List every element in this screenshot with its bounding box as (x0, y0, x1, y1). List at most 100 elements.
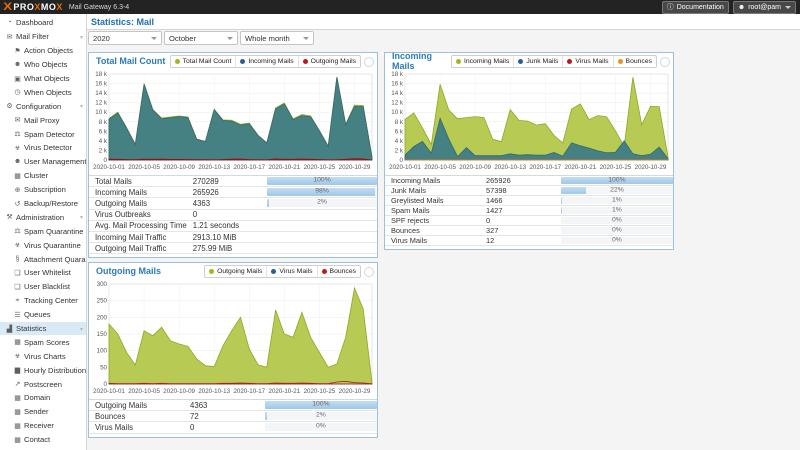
svg-text:2020-10-01: 2020-10-01 (93, 164, 125, 171)
sidebar-item-cluster[interactable]: ▦Cluster (0, 169, 86, 183)
stat-bar-percent: 0% (561, 237, 673, 244)
sidebar-item-action-objects[interactable]: ⚑Action Objects (0, 44, 86, 58)
svg-text:2 k: 2 k (99, 147, 108, 154)
sidebar-item-label: Hourly Distribution (24, 366, 86, 375)
sidebar-item-mail-proxy[interactable]: ✉Mail Proxy (0, 113, 86, 127)
total-mail-count-chart: 02 k4 k6 k8 k10 k12 k14 k16 k18 k2020-10… (89, 69, 377, 173)
panel-header: Total Mail Count Total Mail CountIncomin… (89, 53, 377, 69)
sidebar-item-user-blacklist[interactable]: ❑User Blacklist (0, 280, 86, 294)
sidebar-item-label: Receiver (24, 421, 54, 430)
sidebar-item-contact[interactable]: ▦Contact (0, 433, 86, 447)
sidebar-item-queues[interactable]: ☰Queues (0, 308, 86, 322)
sidebar-item-label: Statistics (16, 324, 46, 333)
stat-bar-cell: 2% (259, 411, 377, 422)
sidebar-item-user-whitelist[interactable]: ❏User Whitelist (0, 266, 86, 280)
stat-bar: 1% (561, 207, 673, 214)
sidebar-item-label: Mail Proxy (24, 116, 59, 125)
sidebar-item-backup-restore[interactable]: ↺Backup/Restore (0, 197, 86, 211)
who-objects-icon: ☻ (13, 61, 22, 68)
sidebar-item-mail-filter[interactable]: ✉Mail Filter▾ (0, 30, 86, 44)
legend-label: Virus Mails (575, 58, 608, 65)
stat-bar-cell (261, 220, 377, 231)
sidebar-item-attachment-quarantine[interactable]: §Attachment Quarantine (0, 252, 86, 266)
sidebar-item-domain[interactable]: ▦Domain (0, 391, 86, 405)
legend-item-junk-mails: Junk Mails (513, 56, 562, 67)
hourly-distribution-icon: ▆ (13, 366, 22, 374)
sidebar-item-what-objects[interactable]: ▣What Objects (0, 72, 86, 86)
svg-text:18 k: 18 k (95, 71, 108, 78)
sidebar-item-statistics[interactable]: ▟Statistics▾ (0, 322, 86, 336)
legend-label: Junk Mails (526, 58, 558, 65)
stat-bar-cell (261, 209, 377, 220)
stat-row: Spam Mails14271% (385, 206, 673, 216)
svg-text:6 k: 6 k (395, 128, 404, 135)
user-menu-button[interactable]: ☻ root@pam (733, 1, 796, 14)
sidebar-item-user-management[interactable]: ☻User Management (0, 155, 86, 169)
sidebar-item-tracking-center[interactable]: ⌖Tracking Center (0, 294, 86, 308)
sidebar-item-spam-detector[interactable]: ⚖Spam Detector (0, 127, 86, 141)
svg-text:150: 150 (97, 331, 108, 338)
stat-value: 0 (184, 422, 259, 433)
svg-text:18 k: 18 k (391, 71, 404, 78)
chart-legend: Incoming MailsJunk MailsVirus MailsBounc… (451, 55, 657, 68)
stat-row: SPF rejects00% (385, 216, 673, 226)
stat-value: 2913.10 MiB (187, 231, 261, 242)
svg-text:12 k: 12 k (391, 100, 404, 107)
chevron-down-icon (303, 37, 309, 40)
svg-text:8 k: 8 k (99, 119, 108, 126)
documentation-button[interactable]: ⓘ Documentation (662, 1, 729, 14)
sidebar-item-label: Configuration (16, 102, 61, 111)
proxmox-logo-icon: X (3, 2, 12, 13)
incoming-mails-chart-area: 02 k4 k6 k8 k10 k12 k14 k16 k18 k2020-10… (385, 69, 673, 173)
stat-label: Outgoing Mails (89, 198, 187, 209)
sidebar-item-who-objects[interactable]: ☻Who Objects (0, 58, 86, 72)
backup-restore-icon: ↺ (13, 200, 22, 208)
stat-value: 0 (480, 216, 555, 226)
collapse-chevron-icon[interactable]: ▾ (80, 34, 83, 41)
sidebar-item-postscreen[interactable]: ↗Postscreen (0, 377, 86, 391)
stat-row: Outgoing Mails43632% (89, 198, 377, 209)
sidebar-item-receiver[interactable]: ▦Receiver (0, 419, 86, 433)
stat-bar-cell: 1% (555, 206, 673, 216)
stat-bar-percent: 0% (561, 217, 673, 224)
sidebar-item-virus-charts[interactable]: ☣Virus Charts (0, 349, 86, 363)
sidebar-item-spam-quarantine[interactable]: ⚖Spam Quarantine (0, 224, 86, 238)
sidebar-item-subscription[interactable]: ⊕Subscription (0, 183, 86, 197)
svg-text:16 k: 16 k (391, 81, 404, 88)
legend-item-outgoing-mails: Outgoing Mails (205, 266, 266, 277)
administration-icon: ⚒ (5, 213, 14, 221)
collapse-chevron-icon[interactable]: ▾ (80, 326, 83, 333)
svg-text:2020-10-29: 2020-10-29 (635, 164, 667, 171)
panel-title: Total Mail Count (96, 56, 170, 66)
chart-legend: Outgoing MailsVirus MailsBounces (204, 265, 361, 278)
collapse-chevron-icon[interactable]: ▾ (80, 214, 83, 221)
sidebar-item-administration[interactable]: ⚒Administration▾ (0, 210, 86, 224)
svg-text:0: 0 (104, 157, 108, 164)
stat-value: 1427 (480, 206, 555, 216)
sidebar-nav: ◔Dashboard✉Mail Filter▾⚑Action Objects☻W… (0, 14, 87, 450)
stat-bar-percent: 2% (265, 413, 377, 420)
sidebar-item-dashboard[interactable]: ◔Dashboard (0, 16, 86, 30)
timespan-select[interactable]: Whole month (240, 31, 314, 45)
sidebar-item-virus-quarantine[interactable]: ☣Virus Quarantine (0, 238, 86, 252)
stat-bar-percent: 2% (267, 200, 377, 207)
svg-text:300: 300 (97, 281, 108, 288)
sidebar-item-spam-scores[interactable]: ▦Spam Scores (0, 335, 86, 349)
sidebar-item-configuration[interactable]: ⚙Configuration▾ (0, 99, 86, 113)
stat-label: Virus Outbreaks (89, 209, 187, 220)
stat-bar-cell: 0% (555, 216, 673, 226)
stat-label: Bounces (385, 226, 480, 236)
sidebar-item-virus-detector[interactable]: ☣Virus Detector (0, 141, 86, 155)
sidebar-item-sender[interactable]: ▦Sender (0, 405, 86, 419)
month-select[interactable]: October (164, 31, 238, 45)
year-select-value: 2020 (93, 34, 110, 43)
panel-loading-icon (364, 267, 374, 277)
month-select-value: October (169, 34, 196, 43)
sidebar-item-label: Dashboard (16, 18, 53, 27)
svg-text:12 k: 12 k (95, 100, 108, 107)
year-select[interactable]: 2020 (88, 31, 162, 45)
sidebar-item-when-objects[interactable]: ◷When Objects (0, 85, 86, 99)
what-objects-icon: ▣ (13, 75, 22, 83)
sidebar-item-hourly-distribution[interactable]: ▆Hourly Distribution (0, 363, 86, 377)
collapse-chevron-icon[interactable]: ▾ (80, 103, 83, 110)
